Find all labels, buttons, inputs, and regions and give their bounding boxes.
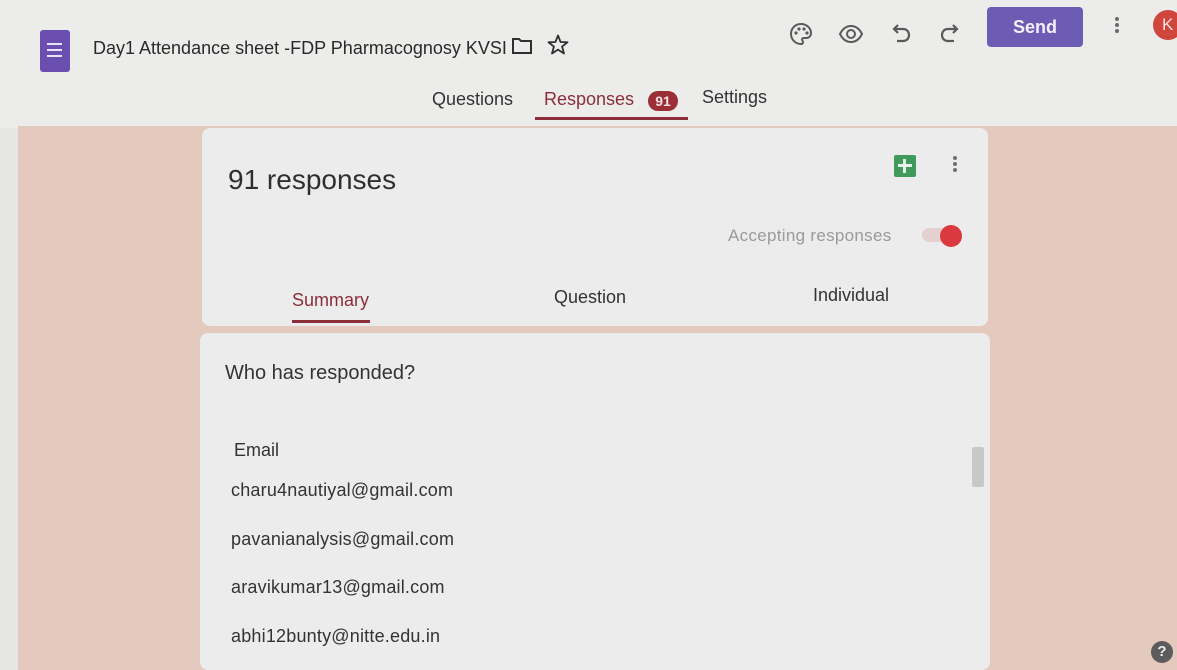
active-tab-indicator xyxy=(535,117,688,120)
list-item: abhi12bunty@nitte.edu.in xyxy=(231,626,441,646)
more-vert-icon[interactable] xyxy=(1110,15,1124,37)
preview-eye-icon[interactable] xyxy=(838,21,864,47)
responses-count-title: 91 responses xyxy=(228,164,397,195)
accepting-responses-label: Accepting responses xyxy=(728,226,892,245)
email-column-header: Email xyxy=(234,440,280,460)
list-item: aravikumar13@gmail.com xyxy=(231,577,445,597)
undo-icon[interactable] xyxy=(888,21,914,47)
palette-icon[interactable] xyxy=(788,21,814,47)
list-item: pavanianalysis@gmail.com xyxy=(231,529,455,549)
responses-count-badge: 91 xyxy=(648,91,678,111)
top-bar: Day1 Attendance sheet -FDP Pharmacognosy… xyxy=(0,0,1177,128)
send-button[interactable]: Send xyxy=(987,7,1083,47)
who-responded-heading: Who has responded? xyxy=(225,362,416,384)
scrollbar-thumb[interactable] xyxy=(972,447,984,487)
tab-responses[interactable]: Responses xyxy=(544,89,634,110)
star-icon[interactable] xyxy=(546,33,570,57)
sheets-icon[interactable] xyxy=(894,155,916,177)
redo-icon[interactable] xyxy=(937,21,963,47)
subtab-summary[interactable]: Summary xyxy=(292,290,369,311)
more-vert-icon[interactable] xyxy=(948,154,962,176)
tab-settings[interactable]: Settings xyxy=(702,87,767,108)
folder-icon[interactable] xyxy=(511,36,533,56)
active-subtab-indicator xyxy=(292,320,370,323)
help-icon[interactable]: ? xyxy=(1151,641,1173,663)
list-item: charu4nautiyal@gmail.com xyxy=(231,480,454,500)
tab-questions[interactable]: Questions xyxy=(432,89,513,110)
avatar[interactable]: K xyxy=(1153,10,1177,40)
accepting-responses-toggle[interactable] xyxy=(920,225,964,247)
subtab-individual[interactable]: Individual xyxy=(813,285,889,306)
subtab-question[interactable]: Question xyxy=(554,287,626,308)
form-title[interactable]: Day1 Attendance sheet -FDP Pharmacognosy… xyxy=(93,38,507,59)
form-doc-icon[interactable] xyxy=(40,30,70,72)
